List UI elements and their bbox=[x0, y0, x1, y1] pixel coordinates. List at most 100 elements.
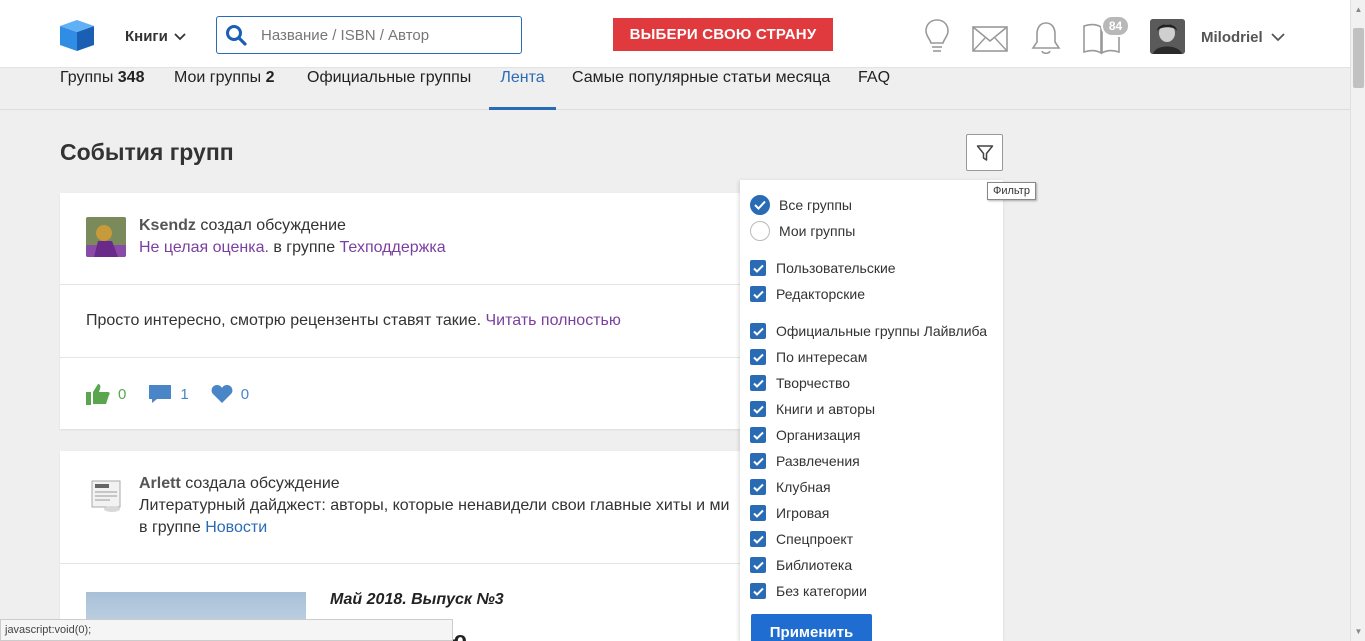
checkbox-label: Редакторские bbox=[776, 286, 865, 302]
scroll-up-arrow-icon[interactable]: ▲ bbox=[1351, 2, 1365, 17]
comments-button[interactable]: 1 bbox=[148, 384, 189, 404]
checkbox-label: Клубная bbox=[776, 479, 831, 495]
browser-status-bar: javascript:void(0); bbox=[0, 619, 453, 641]
chevron-down-icon bbox=[1271, 33, 1285, 42]
user-menu[interactable]: Milodriel bbox=[1201, 29, 1285, 46]
lightbulb-icon[interactable] bbox=[924, 18, 950, 56]
scroll-down-arrow-icon[interactable]: ▼ bbox=[1351, 624, 1365, 639]
checkbox-checked-icon bbox=[750, 323, 766, 339]
tab-count: 348 bbox=[117, 69, 145, 86]
author-link[interactable]: Ksendz bbox=[139, 217, 196, 234]
in-group-text: в группе bbox=[273, 239, 336, 256]
topic-link[interactable]: Литературный дайджест: авторы, которые н… bbox=[139, 497, 749, 515]
topic-link[interactable]: Не целая оценка. bbox=[139, 239, 269, 256]
favorites-count: 0 bbox=[240, 385, 250, 403]
checkbox-checked-icon bbox=[750, 531, 766, 547]
filter-checkbox[interactable]: Спецпроект bbox=[750, 529, 853, 549]
event-group-line: в группе Новости bbox=[139, 519, 267, 537]
checkbox-label: Спецпроект bbox=[776, 531, 854, 547]
checkbox-label: Игровая bbox=[776, 505, 830, 521]
checkbox-label: Книги и авторы bbox=[776, 401, 876, 417]
filter-checkbox[interactable]: Развлечения bbox=[750, 451, 860, 471]
filter-checkbox[interactable]: Организация bbox=[750, 425, 860, 445]
checkbox-checked-icon bbox=[750, 349, 766, 365]
event-header: Arlett создала обсуждение bbox=[139, 475, 340, 493]
heart-icon bbox=[211, 385, 233, 403]
comments-count: 1 bbox=[180, 385, 189, 403]
checkbox-label: Без категории bbox=[776, 583, 867, 599]
post-excerpt: Просто интересно, смотрю рецензенты став… bbox=[86, 312, 621, 330]
filter-button[interactable] bbox=[966, 134, 1003, 171]
tab-popular-articles[interactable]: Самые популярные статьи месяца bbox=[572, 68, 830, 110]
filter-checkbox[interactable]: Редакторские bbox=[750, 284, 865, 304]
radio-label: Все группы bbox=[779, 197, 852, 213]
tab-faq[interactable]: FAQ bbox=[858, 68, 890, 110]
tab-official-groups[interactable]: Официальные группы bbox=[307, 68, 471, 110]
books-menu[interactable]: Книги bbox=[125, 28, 186, 45]
checkbox-label: Пользовательские bbox=[776, 260, 896, 276]
excerpt-text: Просто интересно, смотрю рецензенты став… bbox=[86, 312, 482, 329]
user-avatar[interactable] bbox=[1150, 19, 1185, 54]
radio-all-groups[interactable]: Все группы bbox=[750, 195, 852, 215]
groups-tabs: Группы 348 Мои группы 2 Официальные груп… bbox=[0, 68, 1350, 110]
filter-checkbox[interactable]: Без категории bbox=[750, 581, 867, 601]
divider bbox=[60, 357, 750, 358]
filter-checkbox[interactable]: Пользовательские bbox=[750, 258, 896, 278]
author-link[interactable]: Arlett bbox=[139, 475, 181, 492]
newspaper-avatar-icon[interactable] bbox=[86, 475, 126, 515]
checkbox-checked-icon bbox=[750, 453, 766, 469]
thumbs-up-icon bbox=[86, 384, 110, 405]
tab-label: Группы bbox=[60, 69, 114, 86]
divider bbox=[60, 284, 750, 285]
radio-my-groups[interactable]: Мои группы bbox=[750, 221, 855, 241]
filter-checkbox[interactable]: Официальные группы Лайвлиба bbox=[750, 321, 987, 341]
radio-label: Мои группы bbox=[779, 223, 856, 239]
livelib-logo-icon[interactable] bbox=[58, 20, 96, 52]
checkbox-checked-icon bbox=[750, 479, 766, 495]
checkbox-label: Организация bbox=[776, 427, 861, 443]
filter-checkbox[interactable]: Игровая bbox=[750, 503, 829, 523]
page-title: События групп bbox=[60, 139, 234, 165]
user-portrait-icon bbox=[1150, 19, 1185, 54]
vertical-scrollbar[interactable]: ▲ ▼ bbox=[1350, 0, 1365, 641]
search-input[interactable] bbox=[261, 26, 501, 44]
favorite-button[interactable]: 0 bbox=[211, 384, 249, 404]
checkbox-checked-icon bbox=[750, 401, 766, 417]
filter-checkbox[interactable]: По интересам bbox=[750, 347, 867, 367]
checkbox-checked-icon bbox=[750, 375, 766, 391]
group-link[interactable]: Новости bbox=[205, 519, 267, 536]
tab-my-groups[interactable]: Мои группы 2 bbox=[174, 68, 275, 110]
tab-groups[interactable]: Группы 348 bbox=[60, 68, 144, 110]
checkbox-label: Официальные группы Лайвлиба bbox=[776, 323, 988, 339]
search-icon[interactable] bbox=[225, 24, 247, 46]
username-label: Milodriel bbox=[1201, 29, 1263, 46]
scroll-thumb[interactable] bbox=[1353, 28, 1364, 88]
group-link[interactable]: Техподдержка bbox=[340, 239, 446, 256]
filter-checkbox[interactable]: Библиотека bbox=[750, 555, 852, 575]
checkbox-checked-icon bbox=[750, 557, 766, 573]
books-menu-label: Книги bbox=[125, 28, 168, 45]
read-more-link[interactable]: Читать полностью bbox=[486, 312, 621, 329]
filter-checkbox[interactable]: Книги и авторы bbox=[750, 399, 875, 419]
bell-icon[interactable] bbox=[1031, 20, 1061, 56]
apply-button[interactable]: Применить bbox=[751, 614, 872, 641]
checkbox-checked-icon bbox=[750, 286, 766, 302]
event-header: Ksendz создал обсуждение bbox=[139, 217, 346, 235]
checkbox-label: Библиотека bbox=[776, 557, 853, 573]
tab-feed[interactable]: Лента bbox=[489, 68, 556, 110]
like-button[interactable]: 0 bbox=[86, 383, 126, 405]
filter-checkbox[interactable]: Творчество bbox=[750, 373, 850, 393]
notifications-badge[interactable]: 84 bbox=[1101, 15, 1130, 37]
user-avatar[interactable] bbox=[86, 217, 126, 257]
feed-card: Ksendz создал обсуждение Не целая оценка… bbox=[60, 193, 750, 429]
in-group-text: в группе bbox=[139, 519, 201, 536]
checkbox-label: Творчество bbox=[776, 375, 851, 391]
mail-icon[interactable] bbox=[972, 26, 1008, 52]
checkbox-label: Развлечения bbox=[776, 453, 860, 469]
tab-count: 2 bbox=[265, 69, 275, 86]
search-box[interactable] bbox=[216, 16, 522, 54]
filter-checkbox[interactable]: Клубная bbox=[750, 477, 831, 497]
feed-card: Arlett создала обсуждение Литературный д… bbox=[60, 451, 750, 641]
choose-country-button[interactable]: ВЫБЕРИ СВОЮ СТРАНУ bbox=[613, 18, 833, 51]
divider bbox=[60, 563, 750, 564]
